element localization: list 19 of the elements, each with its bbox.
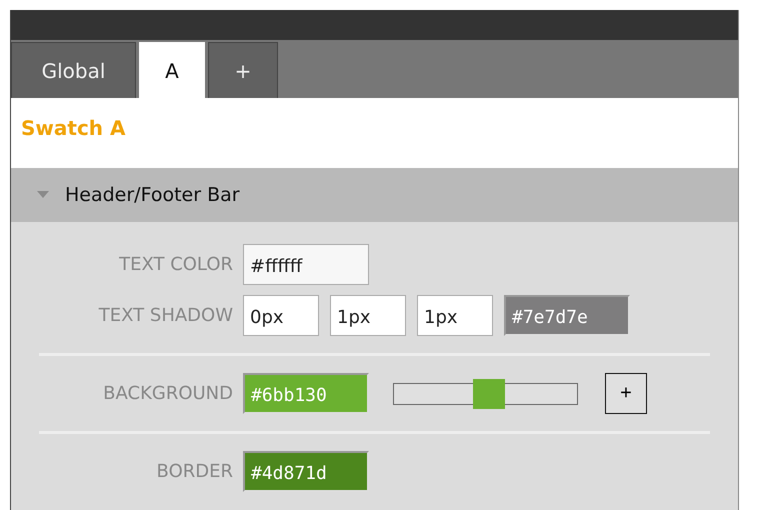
section-title: Header/Footer Bar — [65, 184, 240, 206]
swatch-title: Swatch A — [21, 116, 126, 140]
field-label: BORDER — [156, 461, 234, 482]
input-field[interactable]: 1px — [417, 295, 493, 336]
input-field[interactable]: 1px — [330, 295, 406, 336]
input-field[interactable]: 0px — [243, 295, 319, 336]
color-field[interactable]: #4d871d — [243, 451, 369, 492]
field-label: TEXT SHADOW — [98, 305, 234, 326]
color-field[interactable]: #7e7d7e — [504, 295, 630, 336]
tab[interactable]: + — [208, 42, 278, 98]
add-button[interactable]: + — [605, 373, 647, 414]
tab[interactable]: Global — [11, 42, 136, 98]
slider[interactable] — [393, 378, 578, 408]
slider-thumb[interactable] — [473, 378, 506, 408]
field-label: BACKGROUND — [102, 383, 234, 404]
tab[interactable]: A — [139, 42, 205, 98]
input-field[interactable]: #ffffff — [243, 244, 369, 285]
section-header[interactable]: Header/Footer Bar — [11, 168, 738, 222]
field-label: TEXT COLOR — [118, 254, 234, 275]
